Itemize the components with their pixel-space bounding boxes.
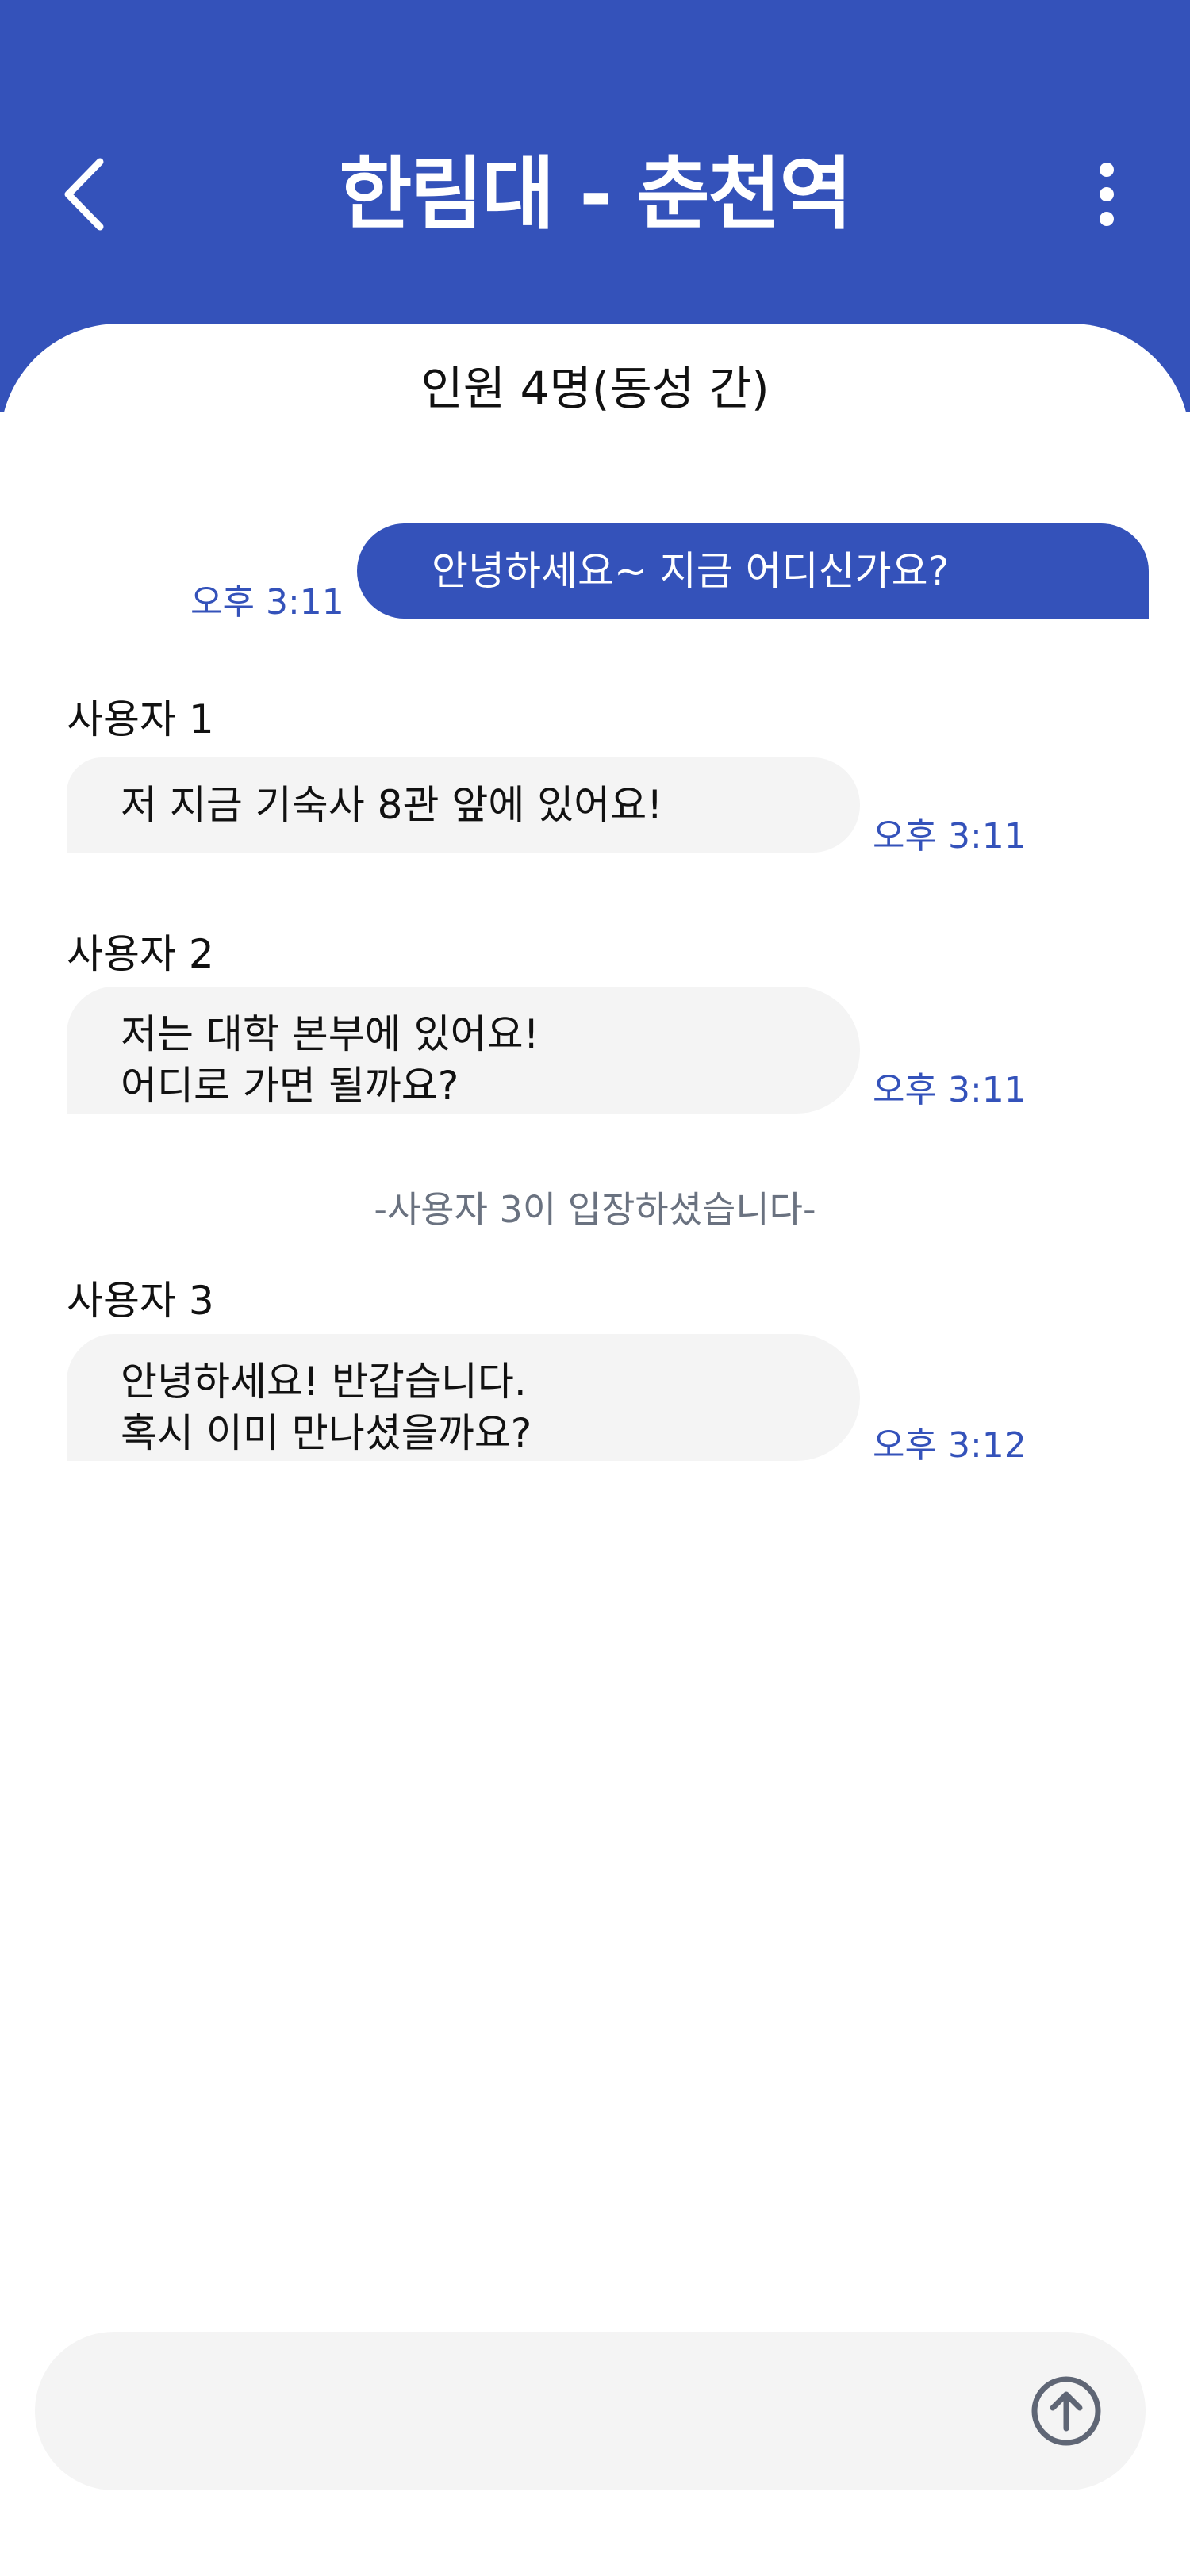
incoming-message-bubble: 저는 대학 본부에 있어요! 어디로 가면 될까요?	[67, 987, 860, 1114]
send-button[interactable]	[1027, 2371, 1106, 2451]
message-text: 혹시 이미 만나셨을까요?	[121, 1410, 532, 1456]
message-text: 저 지금 기숙사 8관 앞에 있어요!	[121, 782, 663, 828]
outgoing-message-bubble: 안녕하세요~ 지금 어디신가요?	[357, 523, 1149, 619]
chevron-left-icon	[64, 158, 104, 231]
message-input[interactable]	[83, 2371, 998, 2452]
message-text: 어디로 가면 될까요?	[121, 1063, 459, 1109]
room-info: 인원 4명(동성 간)	[420, 362, 770, 416]
sender-name: 사용자 2	[67, 931, 214, 977]
message-time: 오후 3:11	[873, 1070, 1027, 1110]
message-time: 오후 3:11	[873, 816, 1027, 857]
incoming-message-bubble: 저 지금 기숙사 8관 앞에 있어요!	[67, 757, 860, 853]
system-notice: -사용자 3이 입장하셨습니다-	[374, 1188, 816, 1231]
more-options-button[interactable]	[1075, 159, 1138, 230]
message-text: 저는 대학 본부에 있어요!	[121, 1011, 539, 1057]
message-time: 오후 3:12	[873, 1425, 1027, 1466]
message-time: 오후 3:11	[190, 582, 344, 623]
sender-name: 사용자 3	[67, 1278, 214, 1324]
sender-name: 사용자 1	[67, 696, 214, 742]
more-vertical-icon	[1100, 163, 1114, 226]
arrow-up-circle-icon	[1031, 2376, 1101, 2446]
message-text: 안녕하세요! 반갑습니다.	[121, 1359, 527, 1405]
page-title: 한림대 - 춘천역	[339, 148, 852, 240]
back-button[interactable]	[56, 151, 119, 238]
incoming-message-bubble: 안녕하세요! 반갑습니다. 혹시 이미 만나셨을까요?	[67, 1334, 860, 1461]
message-composer	[35, 2332, 1146, 2490]
